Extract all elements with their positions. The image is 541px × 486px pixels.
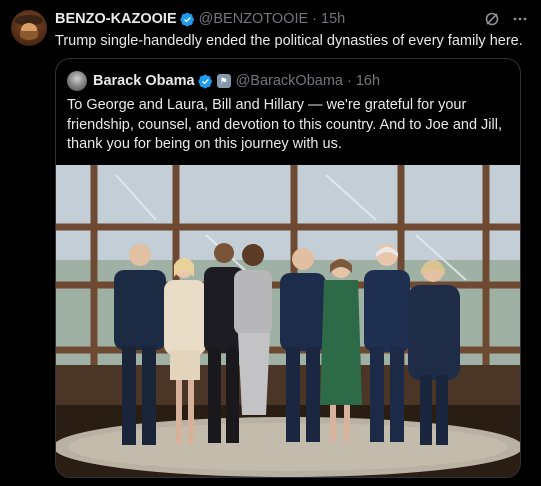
- separator-dot: ·: [312, 11, 318, 27]
- quoted-tweet-header: Barack Obama ⚑ @BarackObama · 16h: [67, 71, 510, 91]
- author-handle[interactable]: @BENZOTOOIE: [199, 11, 309, 27]
- quoted-tweet-time[interactable]: 16h: [356, 73, 380, 89]
- quoted-tweet[interactable]: Barack Obama ⚑ @BarackObama · 16h To Geo…: [55, 58, 521, 478]
- tweet-text: Trump single-handedly ended the politica…: [55, 33, 523, 49]
- quoted-author-name[interactable]: Barack Obama: [93, 73, 195, 89]
- quoted-author-handle[interactable]: @BarackObama: [236, 73, 343, 89]
- quoted-tweet-text: To George and Laura, Bill and Hillary — …: [67, 97, 502, 152]
- verified-badge-icon: [180, 12, 194, 26]
- tweet-time[interactable]: 15h: [321, 11, 345, 27]
- quoted-author-avatar[interactable]: [67, 71, 87, 91]
- separator-dot: ·: [346, 73, 352, 89]
- verified-badge-icon: [197, 74, 212, 88]
- author-avatar[interactable]: [11, 10, 47, 46]
- group-photo[interactable]: [56, 165, 520, 477]
- author-name[interactable]: BENZO-KAZOOIE: [55, 11, 177, 27]
- group-photo-illustration: [56, 165, 520, 477]
- more-icon[interactable]: [511, 10, 529, 28]
- tweet-header: BENZO-KAZOOIE @BENZOTOOIE · 15h: [55, 10, 529, 28]
- government-badge-icon: ⚑: [216, 74, 231, 88]
- tweet[interactable]: BENZO-KAZOOIE @BENZOTOOIE · 15h Trump si…: [0, 0, 541, 486]
- grok-icon[interactable]: [483, 10, 501, 28]
